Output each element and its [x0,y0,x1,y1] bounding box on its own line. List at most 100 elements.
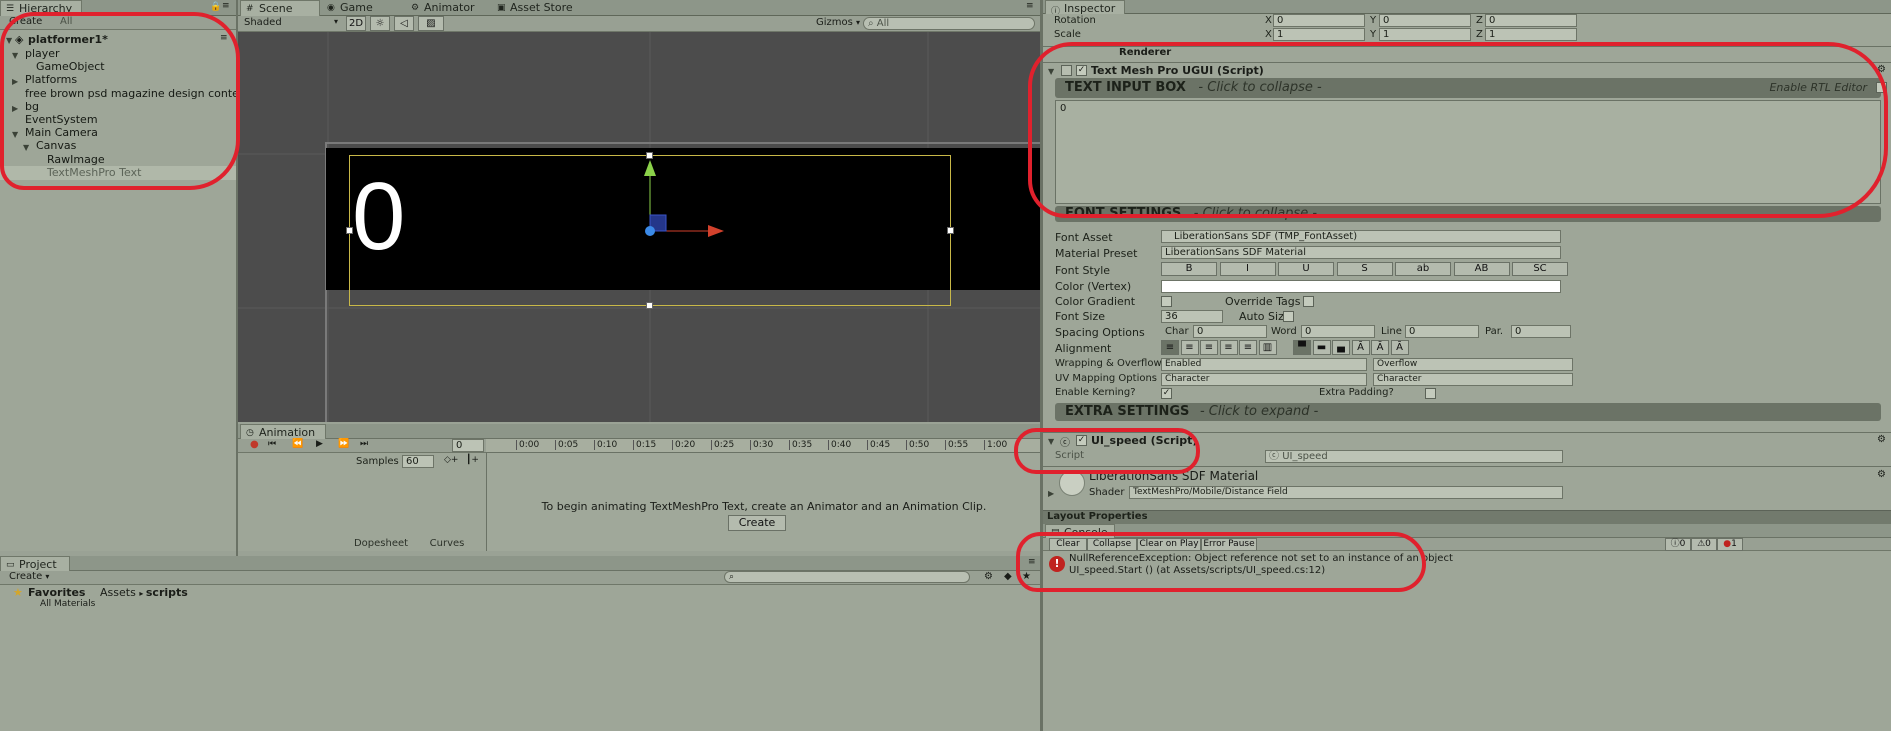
ui-speed-component-header[interactable]: ▼ ⓒ ✓ UI_speed (Script) ⚙ [1043,432,1891,449]
uv-horizontal-dropdown[interactable]: Character [1161,373,1367,386]
tab-project[interactable]: ▭ Project [0,556,70,571]
auto-size-checkbox[interactable] [1283,311,1294,322]
color-gradient-checkbox[interactable] [1161,296,1172,307]
word-spacing-field[interactable]: 0 [1301,325,1375,338]
hierarchy-item[interactable]: ▶ Platforms [0,73,236,87]
horizontal-align-button[interactable]: ≡ [1180,340,1199,355]
par-spacing-field[interactable]: 0 [1511,325,1571,338]
favorites-label[interactable]: Favorites [28,586,85,599]
vertical-align-button[interactable]: Ā [1390,340,1409,355]
material-preset-field[interactable]: LiberationSans SDF Material [1161,246,1561,259]
hierarchy-search-input[interactable]: All [60,16,72,27]
vertical-align-button[interactable]: ▀ [1293,340,1311,355]
rect-handle-bottom[interactable] [646,302,653,309]
tmp-enabled-checkbox[interactable]: ✓ [1076,65,1087,76]
dopesheet-tab[interactable]: Dopesheet [350,538,412,549]
expand-arrow-icon[interactable]: ▼ [1048,437,1054,446]
uv-vertical-dropdown[interactable]: Character [1373,373,1573,386]
overflow-dropdown[interactable]: Overflow [1373,358,1573,371]
console-error-entry[interactable]: ! NullReferenceException: Object referen… [1043,553,1891,579]
horizontal-align-button[interactable]: ≡ [1239,340,1257,355]
ui-speed-enabled-checkbox[interactable]: ✓ [1076,435,1087,446]
add-event-icon[interactable]: ┃+ [466,455,479,465]
next-frame-icon[interactable]: ⏩ [338,439,349,449]
all-materials-item[interactable]: All Materials [40,599,95,609]
script-field[interactable]: ⓒ UI_speed [1265,450,1563,463]
filter-label-icon[interactable]: ◆ [1004,571,1012,582]
prev-frame-icon[interactable]: ⏪ [292,439,303,449]
text-input-area[interactable]: 0 [1055,100,1881,204]
tab-console[interactable]: ▤ Console [1045,524,1115,539]
font-style-button[interactable]: AB [1453,262,1510,276]
font-style-button[interactable]: SC [1512,262,1568,276]
menu-icon[interactable]: ≡ [222,1,230,11]
tab-animator[interactable]: ⚙ Animator [406,0,490,16]
tab-asset-store[interactable]: ▣ Asset Store [492,0,582,16]
tab-inspector[interactable]: ⓘ Inspector [1045,0,1125,17]
favorite-star-icon[interactable]: ★ [1022,571,1031,582]
vertical-align-button[interactable]: Ā [1371,340,1389,355]
font-asset-field[interactable]: LiberationSans SDF (TMP_FontAsset) [1161,230,1561,243]
font-style-button[interactable]: ab [1395,262,1451,276]
project-search-input[interactable]: ⌕ [724,571,970,583]
scene-display-text[interactable]: 0 [352,152,405,282]
hierarchy-item[interactable]: free brown psd magazine design content p… [0,87,267,101]
effects-dropdown-button[interactable]: ▨ [418,16,444,31]
rotation-y-field[interactable]: 0 [1379,14,1471,27]
component-settings-icon[interactable]: ⚙ [1877,64,1886,75]
2d-toggle-button[interactable]: 2D [346,16,366,31]
record-icon[interactable]: ● [250,439,259,450]
scene-root[interactable]: ▼ ◈ platformer1* ≡ [0,33,236,47]
char-spacing-field[interactable]: 0 [1193,325,1267,338]
override-tags-checkbox[interactable] [1303,296,1314,307]
font-size-field[interactable]: 36 [1161,310,1223,323]
hierarchy-item[interactable]: ▼ player [0,47,236,61]
samples-field[interactable]: 60 [402,455,434,468]
vertical-align-button[interactable]: Ā [1351,340,1370,355]
hierarchy-item[interactable]: TextMeshPro Text [0,165,236,180]
console-collapse-button[interactable]: Collapse [1087,538,1137,551]
scene-menu-icon[interactable]: ≡ [220,33,228,43]
console-warning-count[interactable]: ⚠0 [1691,538,1717,551]
tab-hierarchy[interactable]: ☰ Hierarchy [0,0,82,16]
expand-arrow-icon[interactable]: ▼ [1048,67,1054,76]
color-vertex-swatch[interactable] [1161,280,1561,293]
enable-kerning-checkbox[interactable]: ✓ [1161,388,1172,399]
hierarchy-item[interactable]: ▼ Canvas [0,139,236,153]
hierarchy-item[interactable]: RawImage [0,153,236,167]
layout-properties-bar[interactable]: Layout Properties [1043,510,1891,524]
scale-y-field[interactable]: 1 [1379,28,1471,41]
filter-type-icon[interactable]: ⚙ [984,571,993,582]
vertical-align-button[interactable]: ▬ [1312,340,1331,355]
project-create-button[interactable]: Create ▾ [9,571,49,582]
expand-arrow-icon[interactable]: ▼ [6,36,12,45]
hierarchy-item[interactable]: GameObject [0,60,236,74]
horizontal-align-button[interactable]: ≡ [1219,340,1238,355]
material-section[interactable]: ▶ LiberationSans SDF Material Shader Tex… [1043,466,1891,500]
rect-handle-right[interactable] [947,227,954,234]
tmp-component-header[interactable]: ▼ ✓ Text Mesh Pro UGUI (Script) ⚙ [1043,62,1891,78]
line-spacing-field[interactable]: 0 [1405,325,1479,338]
shader-dropdown[interactable]: TextMeshPro/Mobile/Distance Field [1129,486,1563,499]
hierarchy-item[interactable]: EventSystem [0,113,236,127]
console-clear-on-play-button[interactable]: Clear on Play [1137,538,1201,551]
font-style-button[interactable]: B [1161,262,1217,276]
rotation-x-field[interactable]: 0 [1273,14,1365,27]
font-style-button[interactable]: I [1219,262,1276,276]
expand-arrow-icon[interactable]: ▶ [1048,489,1054,498]
move-gizmo[interactable] [636,152,756,252]
rect-handle-left[interactable] [346,227,353,234]
hierarchy-create-button[interactable]: Create [9,16,42,27]
console-error-count[interactable]: ●1 [1717,538,1743,551]
font-settings-header[interactable]: FONT SETTINGS - Click to collapse - [1055,206,1881,222]
vertical-align-button[interactable]: ▄ [1332,340,1350,355]
tab-game[interactable]: ◉ Game [322,0,392,16]
extra-padding-checkbox[interactable] [1425,388,1436,399]
wrapping-dropdown[interactable]: Enabled [1161,358,1367,371]
scene-viewport[interactable]: 0 [238,32,1040,422]
component-settings-icon[interactable]: ⚙ [1877,434,1886,445]
audio-toggle-button[interactable]: ◁ [394,16,414,31]
animation-timeline[interactable]: 0:00 0:05 0:10 0:15 0:20 0:25 0:30 0:35 0:40 0:45… [486,439,1040,453]
gizmos-dropdown[interactable]: Gizmos ▾ [816,17,860,28]
last-frame-icon[interactable]: ⏭ [360,439,368,449]
